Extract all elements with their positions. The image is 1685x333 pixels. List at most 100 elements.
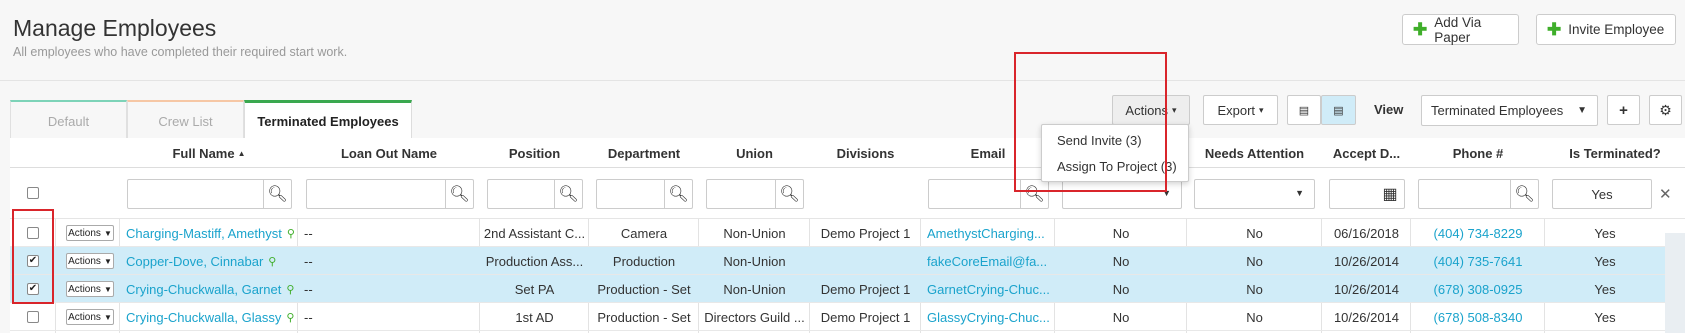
chevron-down-icon: ▼ [1577, 105, 1587, 116]
phone-link[interactable]: (404) 734-8229 [1434, 226, 1523, 241]
row-actions-button[interactable]: Actions ▼ [66, 225, 114, 241]
caret-down-icon: ▼ [103, 256, 112, 266]
add-via-paper-button[interactable]: ✚ Add Via Paper [1402, 14, 1519, 45]
export-button[interactable]: Export ▾ [1203, 95, 1278, 125]
row-actions-button[interactable]: Actions ▼ [66, 309, 114, 325]
cell-email: GlassyCrying-Chuc... [921, 303, 1055, 331]
cell-is-terminated: Yes [1594, 225, 1616, 241]
cell-union: Non-Union [723, 225, 786, 241]
add-via-paper-label: Add Via Paper [1434, 14, 1482, 45]
search-icon[interactable]: 🔍︎ [554, 180, 582, 208]
gear-icon: ⚙ [1659, 101, 1672, 118]
search-icon[interactable]: 🔍︎ [775, 180, 803, 208]
row-actions-button[interactable]: Actions ▼ [66, 253, 114, 269]
search-icon[interactable]: 🔍︎ [1510, 180, 1538, 208]
highlight-box-actions [1014, 52, 1167, 192]
cell-needs-attention: No [1246, 281, 1263, 297]
plus-icon: ✚ [1547, 20, 1562, 39]
view-select[interactable]: Terminated Employees ▼ [1421, 95, 1598, 126]
header-union[interactable]: Union [699, 138, 810, 168]
header-divisions[interactable]: Divisions [810, 138, 921, 168]
clear-filter-icon[interactable]: ✕ [1659, 185, 1672, 203]
tab-default[interactable]: Default [10, 100, 127, 140]
grid-filter-row: 🔍︎ 🔍︎ 🔍︎ 🔍︎ 🔍︎ 🔍︎ ▼ ▼ ▦ 🔍︎ Yes ✕ [10, 168, 1685, 219]
filter-union-input[interactable]: 🔍︎ [706, 179, 804, 209]
filter-is-terminated-value: Yes [1591, 186, 1613, 202]
view-selected-value: Terminated Employees [1431, 103, 1564, 118]
settings-button[interactable]: ⚙ [1649, 95, 1682, 125]
cell-department: Production [612, 253, 676, 269]
header-full-name[interactable]: Full Name ▲ [120, 138, 298, 168]
person-icon: ⚲ [268, 255, 277, 268]
phone-link[interactable]: (404) 735-7641 [1434, 254, 1523, 269]
cell-loan-out-name: -- [304, 253, 313, 269]
phone-link[interactable]: (678) 308-0925 [1434, 282, 1523, 297]
cell-status: No [1112, 225, 1130, 241]
cell-needs-attention: No [1246, 253, 1263, 269]
cell-position: Production Ass... [485, 253, 584, 269]
filter-loan-out-input[interactable]: 🔍︎ [306, 179, 474, 209]
search-icon[interactable]: 🔍︎ [445, 180, 473, 208]
row-checkbox[interactable] [27, 311, 39, 323]
filter-phone-input[interactable]: 🔍︎ [1418, 179, 1539, 209]
table-row[interactable]: Actions ▼ Crying-Chuckwalla, Glassy ⚲ -- 1st … [10, 303, 1685, 331]
header-is-terminated[interactable]: Is Terminated? [1545, 138, 1685, 168]
header-phone[interactable]: Phone # [1411, 138, 1545, 168]
cell-email: fakeCoreEmail@fa... [921, 247, 1055, 275]
search-icon[interactable]: 🔍︎ [263, 180, 291, 208]
tab-crew-list[interactable]: Crew List [127, 100, 244, 140]
cell-accept-date: 10/26/2014 [1333, 253, 1400, 269]
email-link[interactable]: GarnetCrying-Chuc... [927, 282, 1050, 297]
cell-union: Directors Guild ... [704, 309, 805, 325]
scrollbar[interactable] [1665, 233, 1685, 333]
cell-status: No [1112, 309, 1130, 325]
employee-name-link[interactable]: Charging-Mastiff, Amethyst [126, 226, 282, 241]
caret-down-icon: ▼ [103, 312, 112, 322]
tab-terminated-employees[interactable]: Terminated Employees [244, 100, 412, 140]
header-department[interactable]: Department [589, 138, 699, 168]
cell-divisions: Demo Project 1 [820, 309, 911, 325]
email-link[interactable]: AmethystCharging... [927, 226, 1045, 241]
cell-loan-out-name: -- [304, 225, 313, 241]
cell-status: No [1112, 281, 1130, 297]
row-actions-button[interactable]: Actions ▼ [66, 281, 114, 297]
calendar-icon[interactable]: ▦ [1376, 180, 1404, 208]
header-needs-attention[interactable]: Needs Attention [1187, 138, 1322, 168]
employee-name-link[interactable]: Copper-Dove, Cinnabar [126, 254, 263, 269]
header-position[interactable]: Position [480, 138, 589, 168]
filter-is-terminated-input[interactable]: Yes [1552, 179, 1652, 209]
row-checkbox-cell [10, 303, 56, 331]
filter-department-input[interactable]: 🔍︎ [596, 179, 693, 209]
header-accept-date[interactable]: Accept D... [1322, 138, 1411, 168]
filter-full-name-input[interactable]: 🔍︎ [127, 179, 292, 209]
grid-header-row: Full Name ▲ Loan Out Name Position Depart… [10, 138, 1685, 168]
search-icon[interactable]: 🔍︎ [664, 180, 692, 208]
list-view-button[interactable]: ▤ [1287, 95, 1321, 125]
header-loan-out-name[interactable]: Loan Out Name [298, 138, 480, 168]
select-all-checkbox[interactable] [27, 187, 39, 199]
table-row[interactable]: ✔ Actions ▼ Copper-Dove, Cinnabar ⚲ -- Product… [10, 247, 1685, 275]
cell-accept-date: 06/16/2018 [1333, 225, 1400, 241]
filter-position-input[interactable]: 🔍︎ [487, 179, 583, 209]
cell-position: 2nd Assistant C... [483, 225, 586, 241]
table-row[interactable]: ✔ Actions ▼ Crying-Chuckwalla, Garnet ⚲ -- Set… [10, 275, 1685, 303]
row-actions-label: Actions [68, 283, 101, 295]
filter-needs-attention-select[interactable]: ▼ [1194, 179, 1315, 209]
person-icon: ⚲ [286, 227, 295, 240]
cell-needs-attention: No [1246, 225, 1263, 241]
invite-employee-button[interactable]: ✚ Invite Employee [1536, 14, 1676, 45]
filter-accept-date-input[interactable]: ▦ [1329, 179, 1405, 209]
cell-divisions: Demo Project 1 [820, 281, 911, 297]
grid-icon: ▤ [1333, 104, 1344, 117]
email-link[interactable]: GlassyCrying-Chuc... [927, 310, 1050, 325]
table-row[interactable]: Actions ▼ Charging-Mastiff, Amethyst ⚲ -- 2nd… [10, 219, 1685, 247]
grid-view-button[interactable]: ▤ [1321, 95, 1356, 125]
employee-name-link[interactable]: Crying-Chuckwalla, Garnet [126, 282, 281, 297]
employee-name-link[interactable]: Crying-Chuckwalla, Glassy [126, 310, 281, 325]
email-link[interactable]: fakeCoreEmail@fa... [927, 254, 1047, 269]
cell-department: Camera [620, 225, 668, 241]
cell-full-name: Copper-Dove, Cinnabar ⚲ [120, 247, 298, 275]
phone-link[interactable]: (678) 508-8340 [1434, 310, 1523, 325]
row-actions-label: Actions [68, 255, 101, 267]
add-view-button[interactable]: + [1607, 95, 1640, 125]
